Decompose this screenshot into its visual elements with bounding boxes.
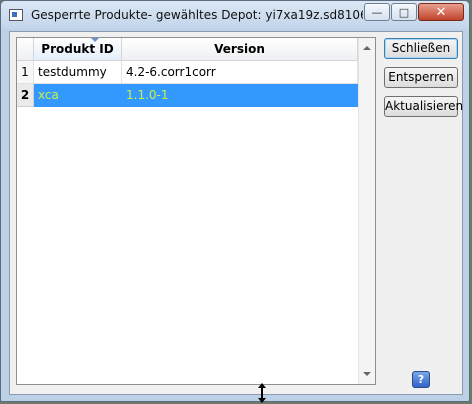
header-corner <box>17 38 34 60</box>
vertical-scrollbar[interactable] <box>358 38 375 384</box>
close-icon: ✕ <box>435 4 447 20</box>
resize-cursor-icon <box>257 383 267 403</box>
refresh-button[interactable]: Aktualisieren <box>384 96 463 117</box>
scroll-down-icon[interactable] <box>363 372 371 376</box>
window-title: Gesperrte Produkte- gewähltes Depot: yi7… <box>31 8 363 22</box>
help-icon[interactable]: ? <box>412 371 430 388</box>
app-icon <box>9 9 23 21</box>
table-row-selected[interactable]: 2 xca 1.1.0-1 <box>17 84 358 107</box>
close-window-button[interactable]: ✕ <box>418 3 464 21</box>
cell-produkt-id[interactable]: testdummy <box>34 61 122 84</box>
cell-version[interactable]: 4.2-6.corr1corr <box>122 61 358 84</box>
table-header: Produkt ID Version <box>17 38 375 61</box>
cell-produkt-id[interactable]: xca <box>34 84 122 107</box>
scroll-up-icon[interactable] <box>363 46 371 50</box>
close-button[interactable]: Schließen <box>384 38 458 59</box>
column-header-version[interactable]: Version <box>122 38 358 60</box>
minimize-icon: — <box>371 5 383 19</box>
row-number: 2 <box>17 84 34 107</box>
unlock-button[interactable]: Entsperren <box>384 67 458 88</box>
cell-version[interactable]: 1.1.0-1 <box>122 84 358 107</box>
locked-products-table: Produkt ID Version 1 testdummy 4.2-6.cor… <box>16 37 376 385</box>
sort-indicator-icon <box>91 38 99 42</box>
column-header-produkt-id[interactable]: Produkt ID <box>34 38 122 60</box>
maximize-button[interactable]: □ <box>391 3 417 21</box>
row-number: 1 <box>17 61 34 84</box>
dialog-content: Produkt ID Version 1 testdummy 4.2-6.cor… <box>9 31 463 395</box>
title-bar[interactable]: Gesperrte Produkte- gewähltes Depot: yi7… <box>1 1 469 29</box>
dialog-window: Gesperrte Produkte- gewähltes Depot: yi7… <box>0 0 470 402</box>
minimize-button[interactable]: — <box>364 3 390 21</box>
maximize-icon: □ <box>398 5 410 19</box>
table-row[interactable]: 1 testdummy 4.2-6.corr1corr <box>17 61 358 84</box>
